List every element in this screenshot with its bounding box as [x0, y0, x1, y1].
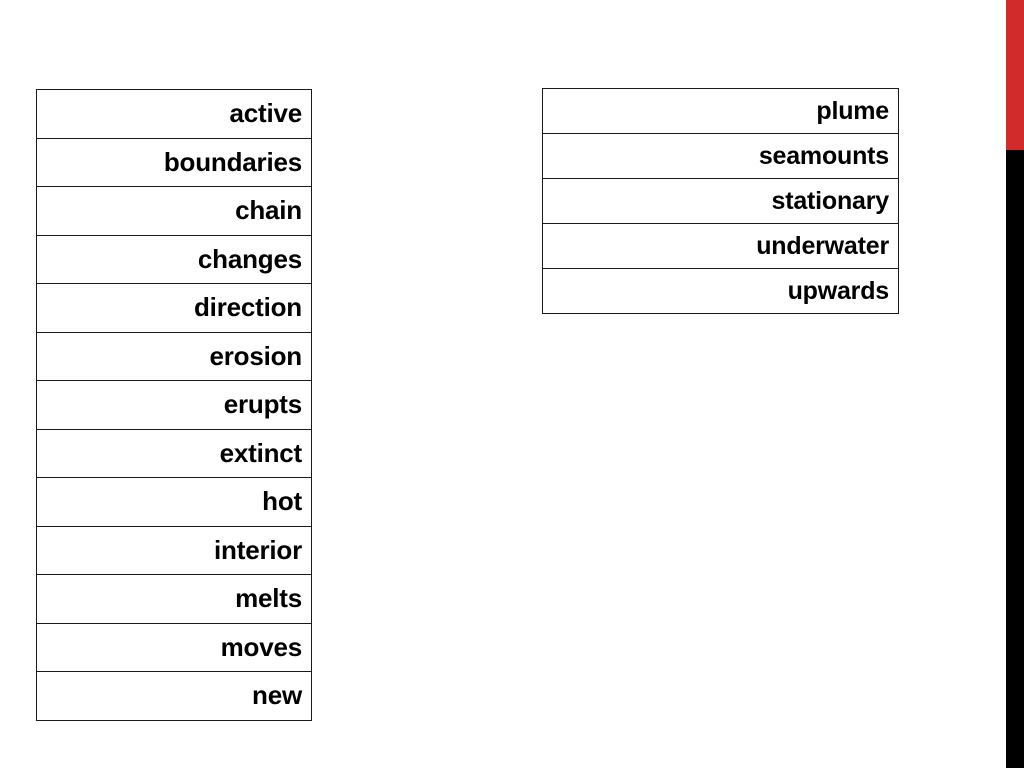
accent-bar-black: [1006, 150, 1024, 768]
accent-bar-red: [1006, 0, 1024, 150]
table-row: extinct: [36, 428, 312, 478]
word-cell: chain: [36, 186, 312, 236]
table-row: upwards: [542, 268, 899, 314]
table-row: erosion: [36, 331, 312, 381]
word-cell: stationary: [542, 178, 899, 224]
word-cell: active: [36, 89, 312, 139]
word-cell: plume: [542, 88, 899, 134]
table-row: moves: [36, 622, 312, 672]
word-cell: upwards: [542, 268, 899, 314]
word-cell: hot: [36, 477, 312, 527]
table-row: new: [36, 671, 312, 721]
word-bank-table-left: active boundaries chain changes directio…: [36, 89, 312, 721]
word-cell: changes: [36, 234, 312, 284]
table-row: chain: [36, 186, 312, 236]
table-row: active: [36, 89, 312, 139]
table-row: seamounts: [542, 133, 899, 179]
word-cell: direction: [36, 283, 312, 333]
word-bank-table-left-body: active boundaries chain changes directio…: [36, 89, 312, 721]
word-cell: interior: [36, 525, 312, 575]
word-cell: seamounts: [542, 133, 899, 179]
word-cell: new: [36, 671, 312, 721]
table-row: direction: [36, 283, 312, 333]
table-row: underwater: [542, 223, 899, 269]
word-cell: erupts: [36, 380, 312, 430]
table-row: changes: [36, 234, 312, 284]
table-row: boundaries: [36, 137, 312, 187]
table-row: interior: [36, 525, 312, 575]
table-row: melts: [36, 574, 312, 624]
word-cell: extinct: [36, 428, 312, 478]
word-cell: boundaries: [36, 137, 312, 187]
table-row: stationary: [542, 178, 899, 224]
word-cell: moves: [36, 622, 312, 672]
word-cell: erosion: [36, 331, 312, 381]
word-cell: melts: [36, 574, 312, 624]
word-bank-table-right-body: plume seamounts stationary underwater up…: [542, 88, 899, 314]
table-row: hot: [36, 477, 312, 527]
word-cell: underwater: [542, 223, 899, 269]
word-bank-table-right: plume seamounts stationary underwater up…: [542, 88, 899, 314]
table-row: plume: [542, 88, 899, 134]
table-row: erupts: [36, 380, 312, 430]
